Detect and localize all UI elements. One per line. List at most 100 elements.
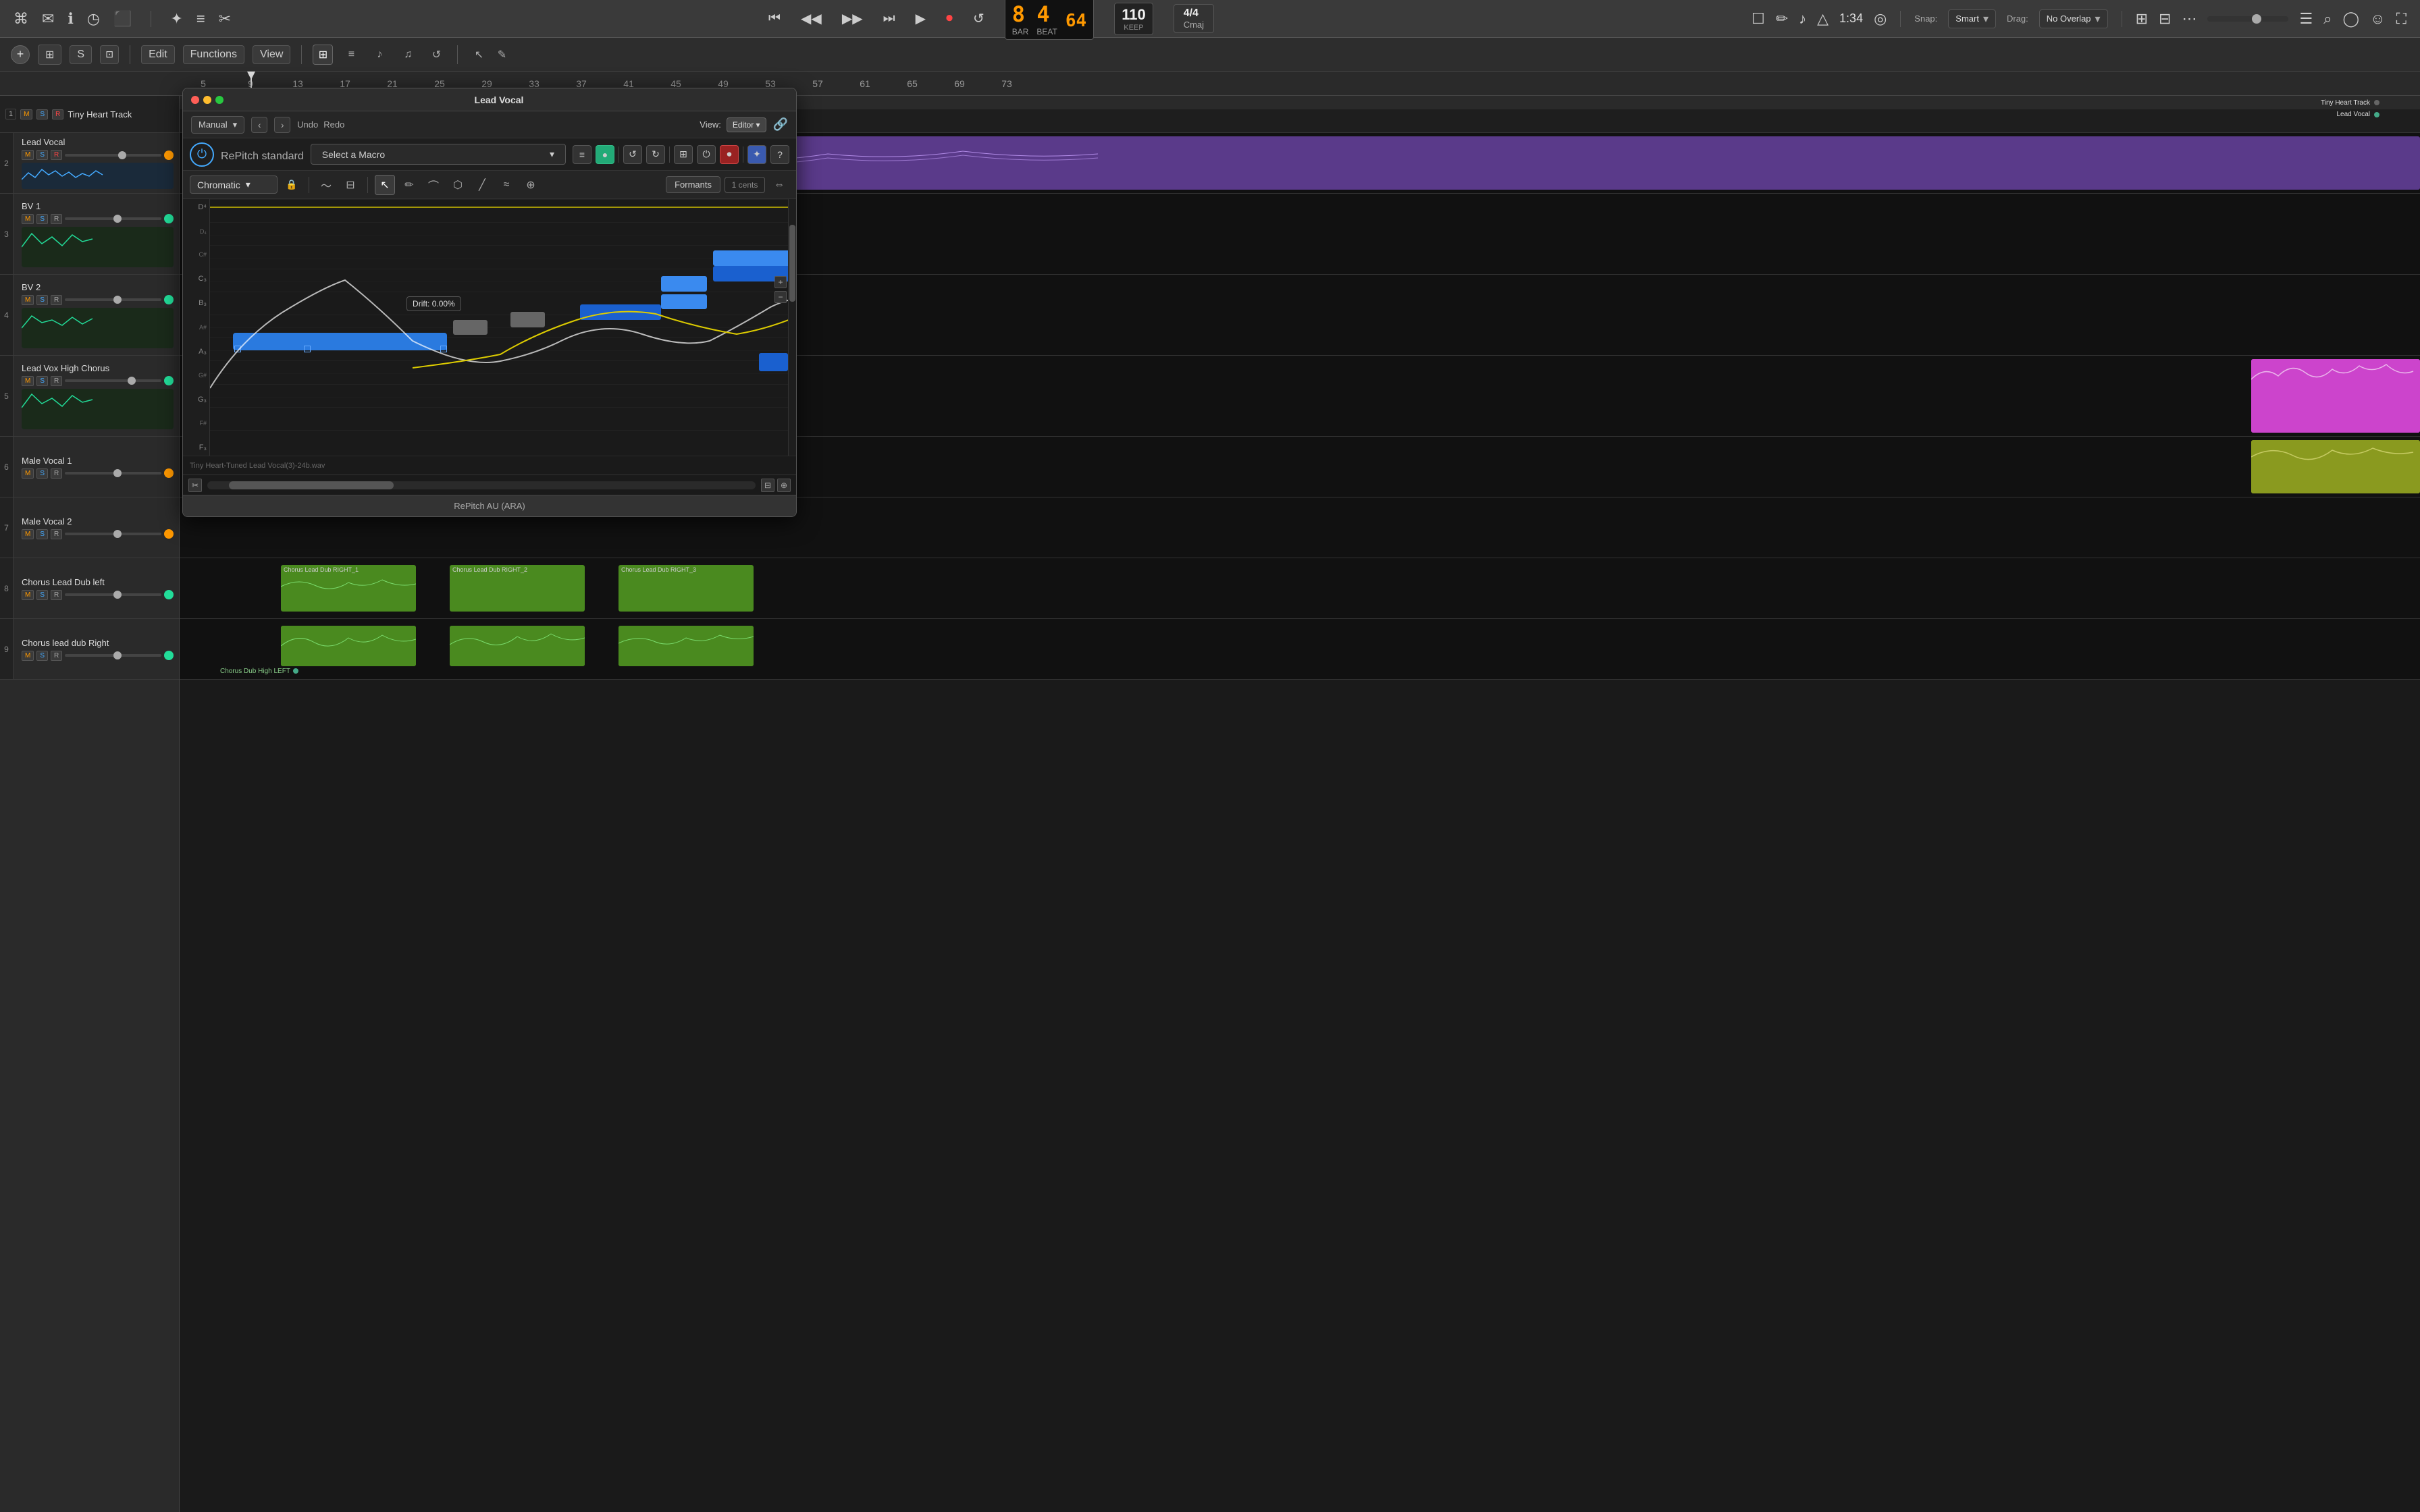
clock-icon[interactable]: ◷ [87, 10, 100, 28]
new-tracks-btn[interactable]: ⊞ [38, 45, 61, 65]
play-btn[interactable]: ▶ [916, 10, 926, 27]
scale-lock-btn[interactable]: 🔒 [282, 175, 302, 195]
bell-icon[interactable]: △ [1817, 10, 1829, 28]
track-7-mute-btn[interactable]: M [22, 529, 34, 539]
wave-tool2-btn[interactable]: ⊟ [340, 175, 361, 195]
maximize-btn[interactable] [215, 96, 223, 104]
track-5-rec-btn[interactable]: R [51, 376, 62, 386]
track-4-solo-btn[interactable]: S [36, 295, 48, 305]
close-btn[interactable] [191, 96, 199, 104]
grid-view-btn[interactable]: ⊞ [313, 45, 333, 65]
zoom-in-btn[interactable]: + [774, 276, 787, 288]
link-btn[interactable]: 🔗 [773, 117, 788, 132]
note-blob-cluster-4[interactable] [713, 250, 788, 266]
apple-menu-icon[interactable]: ⌘ [14, 10, 28, 28]
master-fader-thumb[interactable] [2252, 14, 2261, 24]
user-icon[interactable]: ☺ [2370, 10, 2385, 28]
undo-btn[interactable]: Undo [297, 119, 318, 130]
chorus-high-left-clip-2[interactable] [450, 626, 585, 666]
note-blob-blue-2[interactable] [580, 304, 661, 320]
rewind-btn[interactable]: ⏮ [768, 11, 781, 26]
chorus-dub-left-1-clip[interactable]: Chorus Lead Dub RIGHT_1 [281, 565, 416, 612]
functions-menu-btn[interactable]: Functions [183, 45, 244, 64]
track-9-solo-btn[interactable]: S [36, 651, 48, 661]
zoom-out-btn[interactable]: − [774, 291, 787, 303]
back-nav-btn[interactable]: ‹ [251, 117, 267, 133]
track-7-rec-btn[interactable]: R [51, 529, 62, 539]
pitch-vscrollbar[interactable] [788, 199, 796, 456]
audio-settings-btn[interactable]: ⊟ [761, 479, 774, 492]
note-blob-gray-1[interactable] [453, 320, 488, 335]
track-2-mute-btn[interactable]: M [22, 150, 34, 160]
track-4-mute-btn[interactable]: M [22, 295, 34, 305]
lasso-tool-btn[interactable]: ⬡ [448, 175, 468, 195]
chorus-high-left-clip-3[interactable] [619, 626, 754, 666]
note-handle-right[interactable] [440, 346, 447, 352]
lines-icon[interactable]: ≡ [196, 10, 205, 28]
pencil-icon[interactable]: ✏ [1776, 10, 1788, 28]
track-7-fader[interactable] [65, 533, 161, 535]
list-view-btn[interactable]: ≡ [341, 45, 361, 65]
track-3-solo-btn[interactable]: S [36, 214, 48, 224]
settings-s-btn[interactable]: S [70, 45, 92, 64]
forward-nav-btn[interactable]: › [274, 117, 290, 133]
note-icon[interactable]: ♪ [1799, 10, 1806, 28]
color-tune-btn[interactable]: ✦ [747, 145, 766, 164]
track-4-rec-btn[interactable]: R [51, 295, 62, 305]
monitor-icon[interactable]: ⬛ [113, 10, 132, 28]
track-6-mute-btn[interactable]: M [22, 468, 34, 479]
manual-select[interactable]: Manual ▾ [191, 116, 244, 134]
note-blob-gray-2[interactable] [510, 312, 545, 327]
pitch-canvas[interactable]: Drift: 0.00% + − [210, 199, 788, 456]
status-green-btn[interactable]: ● [596, 145, 614, 164]
list-icon[interactable]: ☰ [2299, 10, 2313, 28]
note-handle-left[interactable] [234, 346, 241, 352]
scrollbar-track[interactable] [207, 481, 756, 489]
tempo-display[interactable]: 110 KEEP [1114, 3, 1153, 35]
edit-menu-btn[interactable]: Edit [141, 45, 175, 64]
chorus-dub-left-2-clip[interactable]: Chorus Lead Dub RIGHT_2 [450, 565, 585, 612]
info-icon[interactable]: ℹ [68, 10, 73, 28]
pencil-tool-btn[interactable]: ✎ [492, 45, 512, 65]
forward-btn[interactable]: ▶▶ [842, 10, 863, 27]
drag-select[interactable]: No Overlap ▾ [2039, 9, 2108, 28]
zoom-bottom-btn[interactable]: ⊕ [777, 479, 791, 492]
grid-icon-btn[interactable]: ⊞ [674, 145, 693, 164]
help-icon-btn[interactable]: ? [770, 145, 789, 164]
cycle-btn[interactable]: ↺ [973, 10, 984, 27]
search-icon[interactable]: ⌕ [2323, 10, 2332, 28]
line-tool-btn[interactable]: ╱ [472, 175, 492, 195]
track-7-solo-btn[interactable]: S [36, 529, 48, 539]
zoom-tool-btn[interactable]: ⊕ [521, 175, 541, 195]
editor-btn[interactable]: Editor ▾ [727, 117, 766, 132]
metronome-icon[interactable]: ✦ [170, 10, 182, 28]
macro-select-dropdown[interactable]: Select a Macro ▾ [311, 144, 566, 165]
note-blob-main[interactable] [233, 333, 447, 351]
track-9-fader[interactable] [65, 654, 161, 657]
track-6-solo-btn[interactable]: S [36, 468, 48, 479]
track-1-rec-btn[interactable]: R [52, 109, 63, 119]
male-vocal-1-clip[interactable] [2251, 440, 2420, 493]
note-blob-cluster-1[interactable] [661, 294, 707, 310]
chorus-high-left-clip-1[interactable] [281, 626, 416, 666]
track-1-mute-btn[interactable]: M [20, 109, 32, 119]
capture-btn[interactable]: ⊡ [100, 45, 119, 64]
track-3-rec-btn[interactable]: R [51, 214, 62, 224]
lead-vox-chorus-clip[interactable] [2251, 359, 2420, 433]
expand-icon[interactable]: ⛶ [2396, 10, 2406, 28]
track-2-solo-btn[interactable]: S [36, 150, 48, 160]
expand-tool-btn[interactable]: ⇔ [769, 175, 789, 195]
track-3-fader[interactable] [65, 217, 161, 220]
scale-select[interactable]: Chromatic ▾ [190, 176, 278, 194]
pointer-tool-btn[interactable]: ↖ [469, 45, 489, 65]
chat-icon[interactable]: ◯ [2343, 10, 2360, 28]
track-8-fader[interactable] [65, 593, 161, 596]
power-btn[interactable]: ⏻ [190, 142, 214, 167]
undo-icon-btn[interactable]: ↺ [623, 145, 642, 164]
track-2-rec-btn[interactable]: R [51, 150, 62, 160]
pencil-tool2-btn[interactable]: ✏ [399, 175, 419, 195]
track-8-rec-btn[interactable]: R [51, 590, 62, 600]
waveform-tool-btn[interactable]: 〜 [316, 175, 336, 195]
headphone-icon[interactable]: ◎ [1874, 10, 1887, 28]
note-blob-cluster-2[interactable] [661, 276, 707, 292]
